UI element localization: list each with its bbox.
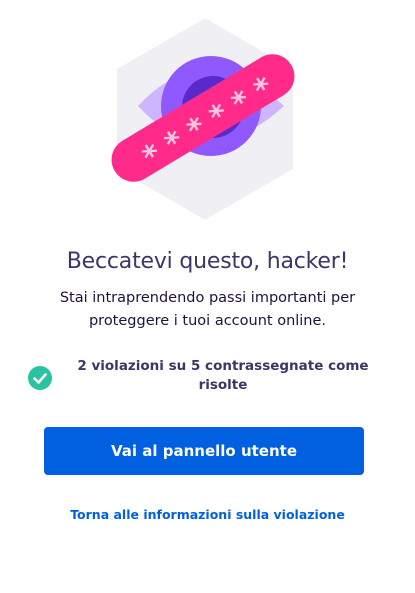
resolved-status-text: 2 violazioni su 5 contrassegnate come ri… [77, 358, 369, 393]
page-title: Beccatevi questo, hacker! [66, 248, 349, 274]
back-to-breach-details-link[interactable]: Torna alle informazioni sulla violazione [0, 507, 415, 522]
go-to-dashboard-button[interactable]: Vai al pannello utente [44, 427, 364, 475]
hero-illustration: * * * * * * [100, 14, 310, 224]
check-circle-icon [28, 366, 52, 390]
description-text: Stai intraprendendo passi importanti per… [59, 290, 356, 329]
resolved-status: 2 violazioni su 5 contrassegnate come ri… [28, 357, 383, 397]
eye-password-bandage-icon: * * * * * * [111, 18, 295, 220]
